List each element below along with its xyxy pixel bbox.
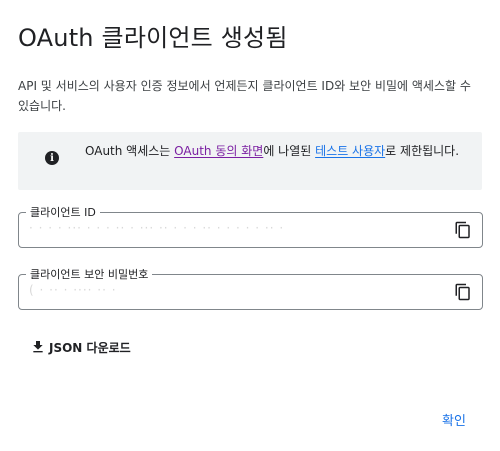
copy-icon: [455, 283, 470, 301]
download-json-label: JSON 다운로드: [49, 340, 131, 355]
download-json-button[interactable]: JSON 다운로드: [30, 336, 131, 358]
dialog-description: API 및 서비스의 사용자 인증 정보에서 언제든지 클라이언트 ID와 보안…: [18, 79, 471, 113]
info-banner: i OAuth 액세스는 OAuth 동의 화면에 나열된 테스트 사용자로 제…: [18, 132, 482, 190]
info-text-middle: 에 나열된: [263, 144, 316, 158]
client-secret-value[interactable]: ( · ·· · ···· ·· ·: [29, 283, 439, 299]
copy-client-id-button[interactable]: [454, 221, 472, 239]
info-text: OAuth 액세스는 OAuth 동의 화면에 나열된 테스트 사용자로 제한됩…: [85, 141, 465, 161]
consent-screen-link[interactable]: OAuth 동의 화면: [174, 144, 263, 158]
info-text-after: 로 제한됩니다.: [385, 144, 460, 158]
copy-icon: [455, 221, 470, 239]
client-secret-field[interactable]: 클라이언트 보안 비밀번호 ( · ·· · ···· ·· ·: [18, 266, 483, 310]
test-users-link[interactable]: 테스트 사용자: [315, 144, 385, 158]
client-id-value[interactable]: · · · · ··· · · · ·· · ··· ·· · · · ·· ·…: [29, 221, 439, 237]
copy-client-secret-button[interactable]: [454, 283, 472, 301]
info-icon: i: [45, 151, 59, 165]
dialog-title: OAuth 클라이언트 생성됨: [18, 24, 288, 52]
client-id-label: 클라이언트 ID: [26, 204, 100, 220]
confirm-button[interactable]: 확인: [442, 410, 466, 430]
client-secret-label: 클라이언트 보안 비밀번호: [26, 266, 153, 282]
client-id-field[interactable]: 클라이언트 ID · · · · ··· · · · ·· · ··· ·· ·…: [18, 204, 483, 248]
info-text-before: OAuth 액세스는: [85, 144, 175, 158]
download-icon: [33, 341, 43, 353]
